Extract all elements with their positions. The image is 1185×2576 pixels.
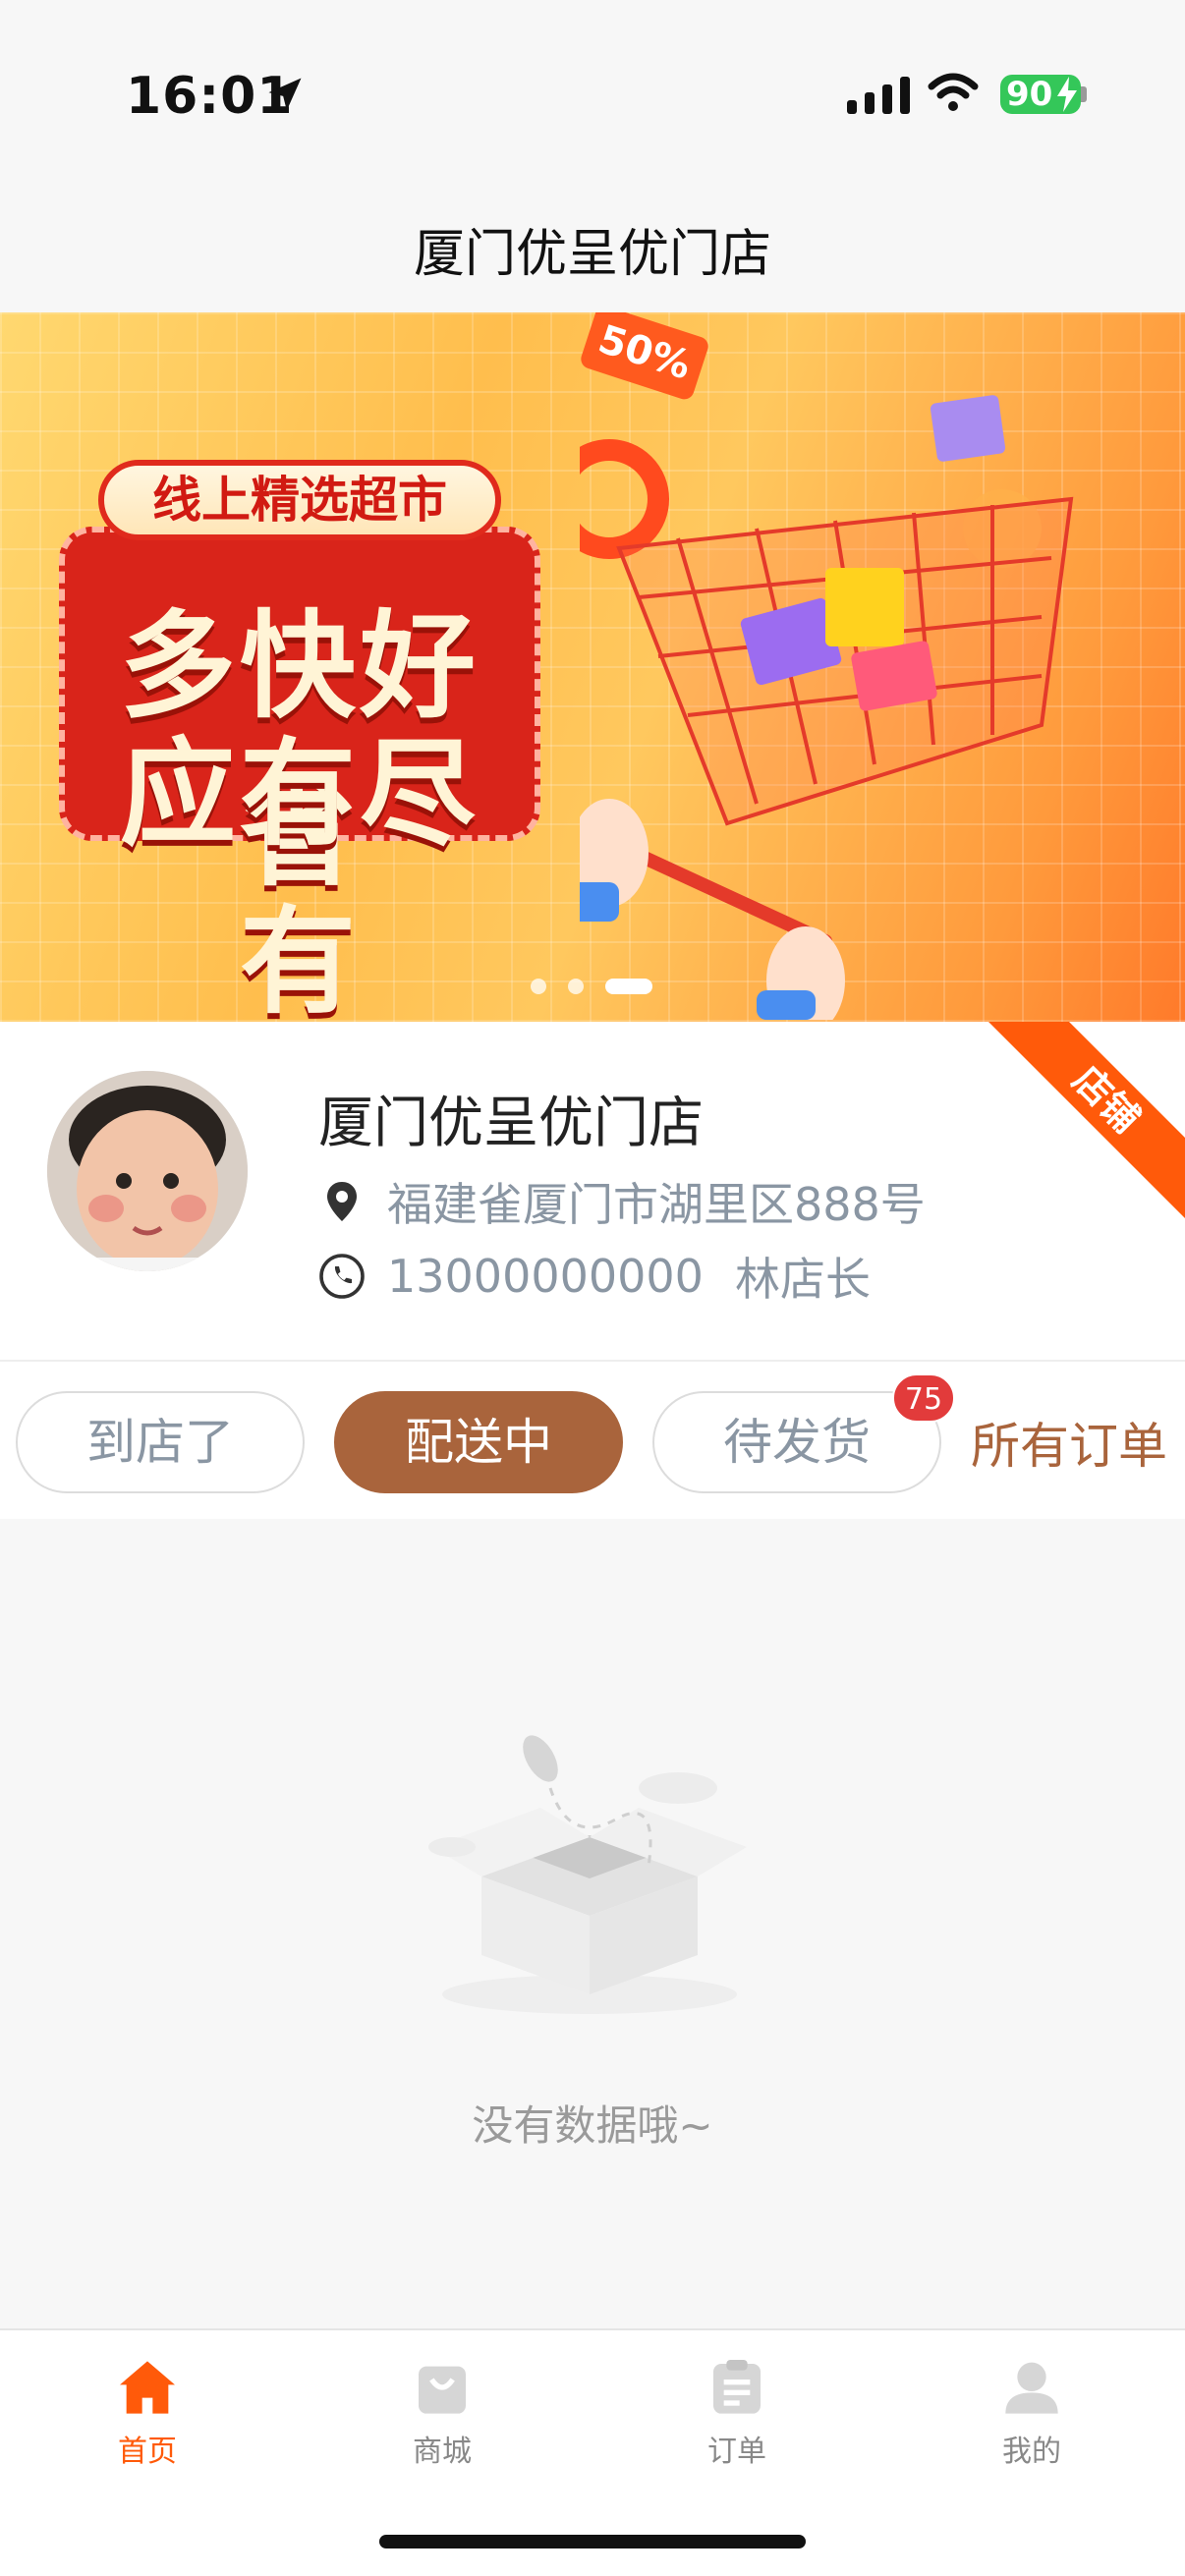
phone-icon [319, 1254, 365, 1299]
shopping-bag-icon [419, 2366, 466, 2414]
location-pin-icon [327, 1182, 357, 1221]
home-indicator[interactable] [379, 2535, 806, 2548]
store-address-row[interactable]: 福建雀厦门市湖里区888号 [318, 1169, 926, 1234]
nav-orders-label: 订单 [707, 2435, 766, 2469]
carousel-dot[interactable] [531, 979, 546, 994]
nav-mall-label: 商城 [413, 2435, 472, 2469]
nav-home[interactable]: 首页 [49, 2356, 246, 2470]
store-address: 福建雀厦门市湖里区888号 [387, 1178, 926, 1231]
pending-count-badge: 75 [892, 1373, 955, 1423]
wifi-icon [928, 73, 979, 111]
empty-state-text: 没有数据哦~ [472, 2101, 713, 2150]
avatar-photo [47, 1071, 248, 1271]
nav-home-label: 首页 [118, 2435, 177, 2469]
battery-cap [1081, 86, 1087, 102]
status-bar: 16:01 90 [0, 0, 1185, 187]
banner-headline-line2: 应有尽有 [119, 726, 480, 1022]
tab-delivering[interactable]: 配送中 [334, 1391, 623, 1493]
carousel-dots[interactable] [531, 979, 652, 994]
store-ribbon: 店铺 [982, 1022, 1185, 1224]
promo-banner[interactable]: 50% 线上精选超市 多快好省 应有尽有 [0, 312, 1185, 1022]
tab-arrived[interactable]: 到店了 [16, 1391, 305, 1493]
store-name: 厦门优呈优门店 [318, 1092, 704, 1155]
store-info-card[interactable]: 厦门优呈优门店 福建雀厦门市湖里区888号 13000000000 林店长 店铺 [0, 1022, 1185, 1362]
carousel-dot[interactable] [568, 979, 584, 994]
store-contact-row[interactable]: 13000000000 林店长 [318, 1244, 871, 1309]
nav-mall[interactable]: 商城 [344, 2356, 540, 2470]
all-orders-link[interactable]: 所有订单 [971, 1407, 1167, 1478]
nav-orders[interactable]: 订单 [639, 2356, 835, 2470]
cellular-signal-icon [847, 77, 910, 114]
carousel-dot-active[interactable] [605, 979, 652, 994]
clipboard-icon [713, 2360, 761, 2414]
banner-headline-box: 多快好省 应有尽有 [59, 527, 540, 1022]
shopping-cart-illustration [580, 395, 1074, 1020]
banner-badge: 线上精选超市 [98, 460, 501, 540]
battery-level: 90 [1006, 75, 1053, 114]
empty-box-illustration [428, 1735, 747, 2014]
location-arrow-icon [268, 78, 302, 111]
charging-bolt-icon [1057, 77, 1077, 112]
user-icon [1005, 2362, 1058, 2414]
store-phone: 13000000000 [387, 1250, 704, 1303]
store-avatar [47, 1071, 248, 1271]
home-icon [120, 2361, 175, 2414]
discount-tag: 50% [578, 312, 711, 402]
nav-profile[interactable]: 我的 [933, 2356, 1130, 2470]
store-manager: 林店长 [734, 1253, 871, 1306]
page-title: 厦门优呈优门店 [413, 225, 771, 284]
nav-profile-label: 我的 [1002, 2435, 1061, 2469]
